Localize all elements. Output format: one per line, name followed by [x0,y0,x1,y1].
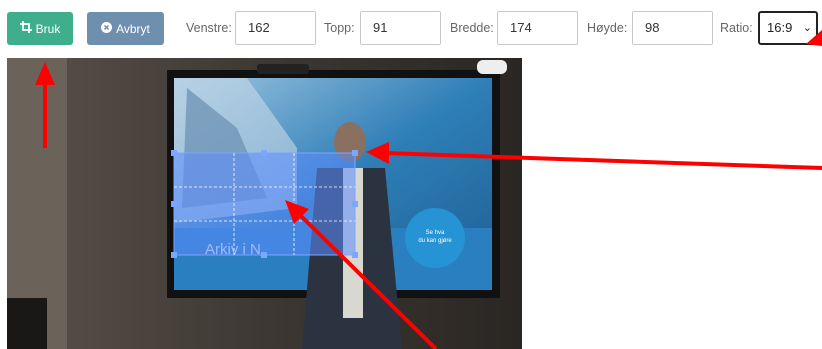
circle-text-1: Se hva [426,230,445,236]
height-label: Høyde: [587,21,628,35]
photo-canvas[interactable]: Arkiv i N Se hva du kan gjøre [7,58,522,349]
circle-text-2: du kan gjøre [418,238,452,244]
chevron-down-icon: ⌄ [802,22,812,34]
top-label: Topp: [324,21,355,35]
cancel-button-label: Avbryt [116,21,150,36]
top-input[interactable]: 91 [360,11,441,45]
height-input[interactable]: 98 [632,11,713,45]
crop-icon [19,21,32,36]
left-input[interactable]: 162 [235,11,316,45]
crop-toolbar: Bruk Avbryt Venstre: 162 Topp: 91 Bredde… [0,0,822,58]
cancel-button[interactable]: Avbryt [87,12,164,45]
ratio-label: Ratio: [720,21,753,35]
crop-selection[interactable] [174,153,355,255]
apply-button-label: Bruk [35,21,61,36]
x-circle-icon [101,21,113,36]
apply-button[interactable]: Bruk [7,12,73,45]
ratio-select[interactable]: 16:9 ⌄ [758,11,818,45]
ratio-value: 16:9 [767,20,793,35]
width-label: Bredde: [450,21,494,35]
photo-image: Arkiv i N Se hva du kan gjøre [7,58,522,349]
left-label: Venstre: [186,21,232,35]
width-input[interactable]: 174 [497,11,578,45]
